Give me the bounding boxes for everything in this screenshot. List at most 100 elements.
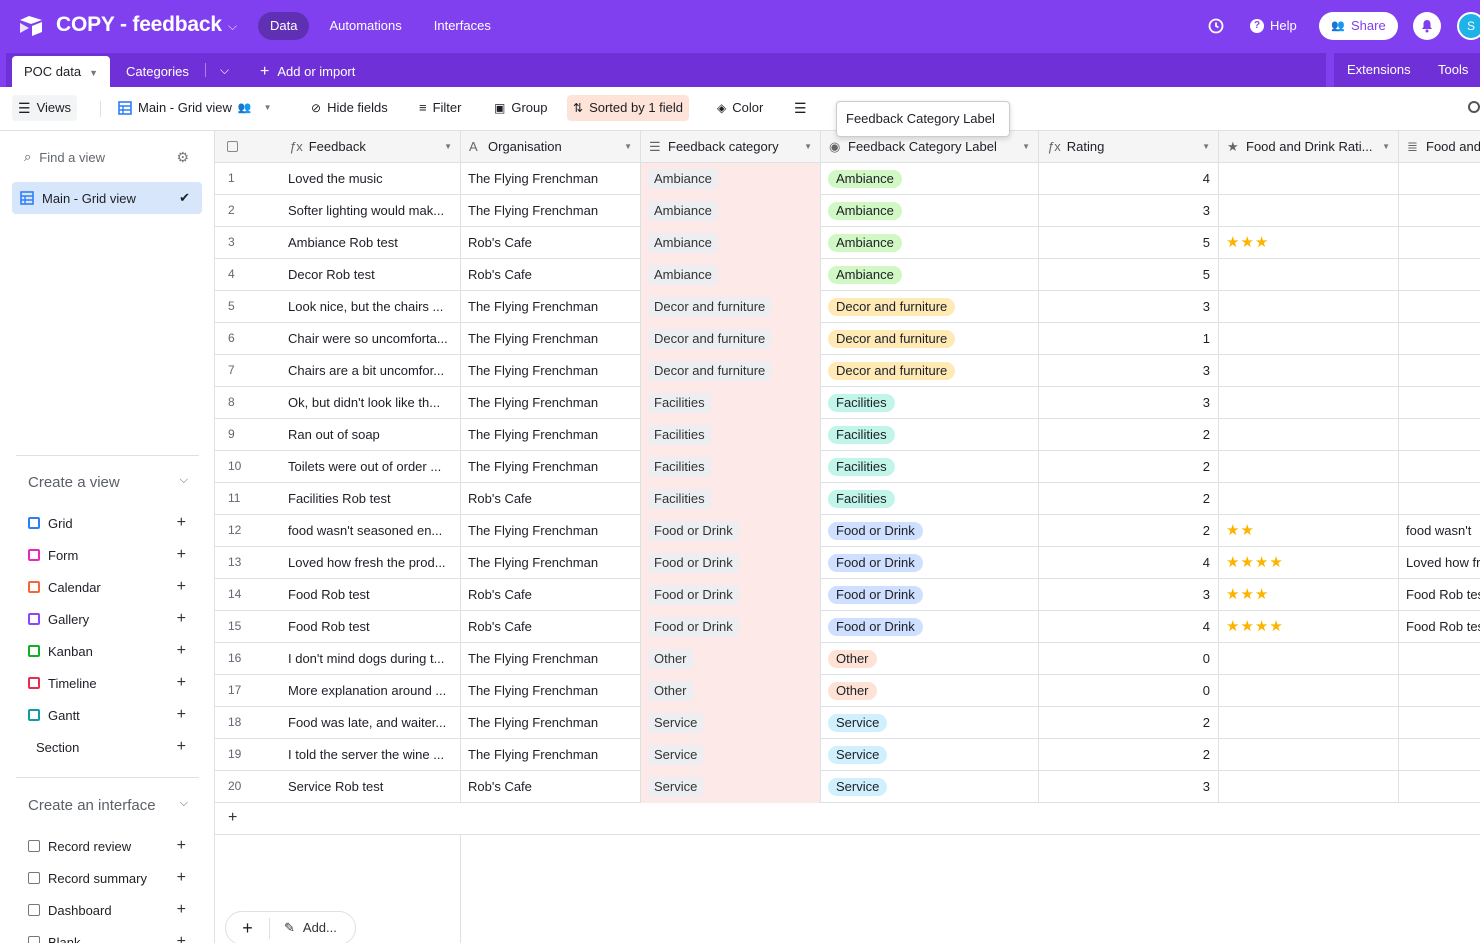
cell-feedback[interactable]: Ok, but didn't look like th... (281, 387, 461, 419)
cell-rating[interactable]: 2 (1039, 707, 1219, 739)
cell-food-and[interactable] (1399, 739, 1480, 771)
table-row[interactable]: 4 Decor Rob test Rob's Cafe Ambiance Ambianc… (215, 259, 1480, 291)
table-row[interactable]: 6 Chair were so uncomforta... The Flying F… (215, 323, 1480, 355)
cell-category-label[interactable]: Food or Drink (821, 547, 1039, 579)
cell-feedback[interactable]: I don't mind dogs during t... (281, 643, 461, 675)
cell-feedback-category[interactable]: Decor and furniture (641, 355, 821, 387)
cell-food-drink-rating[interactable] (1219, 483, 1399, 515)
cell-food-drink-rating[interactable] (1219, 259, 1399, 291)
create-section[interactable]: Section + (36, 737, 188, 757)
table-row[interactable]: 13 Loved how fresh the prod... The Flying … (215, 547, 1480, 579)
cell-organisation[interactable]: The Flying Frenchman (461, 355, 641, 387)
cell-feedback[interactable]: Ran out of soap (281, 419, 461, 451)
cell-feedback-category[interactable]: Other (641, 675, 821, 707)
cell-organisation[interactable]: Rob's Cafe (461, 771, 641, 803)
cell-food-drink-rating[interactable] (1219, 387, 1399, 419)
cell-food-and[interactable] (1399, 643, 1480, 675)
table-row[interactable]: 2 Softer lighting would mak... The Flying … (215, 195, 1480, 227)
filter-button[interactable]: ≡ Filter (413, 95, 467, 121)
plus-icon[interactable]: + (177, 610, 186, 628)
chevron-down-icon[interactable]: ▼ (1202, 131, 1210, 162)
cell-feedback[interactable]: Service Rob test (281, 771, 461, 803)
cell-organisation[interactable]: The Flying Frenchman (461, 163, 641, 195)
cell-feedback-category[interactable]: Food or Drink (641, 579, 821, 611)
column-header-feedback-category[interactable]: ☰ Feedback category ▼ (641, 131, 821, 163)
cell-rating[interactable]: 3 (1039, 387, 1219, 419)
chevron-down-icon[interactable]: ▼ (624, 131, 632, 162)
cell-food-drink-rating[interactable]: ★★★★ (1219, 547, 1399, 579)
table-row[interactable]: 9 Ran out of soap The Flying Frenchman Faci… (215, 419, 1480, 451)
cell-organisation[interactable]: The Flying Frenchman (461, 675, 641, 707)
plus-icon[interactable]: + (177, 706, 186, 724)
cell-food-drink-rating[interactable] (1219, 163, 1399, 195)
cell-organisation[interactable]: The Flying Frenchman (461, 707, 641, 739)
find-view-input[interactable]: ⌕ Find a view ⚙ (24, 149, 189, 165)
cell-organisation[interactable]: Rob's Cafe (461, 579, 641, 611)
create-kanban-view[interactable]: Kanban + (28, 641, 188, 661)
table-row[interactable]: 18 Food was late, and waiter... The Flying… (215, 707, 1480, 739)
cell-feedback-category[interactable]: Food or Drink (641, 611, 821, 643)
cell-category-label[interactable]: Other (821, 643, 1039, 675)
cell-food-and[interactable] (1399, 163, 1480, 195)
tab-automations[interactable]: Automations (317, 12, 413, 40)
create-form-view[interactable]: Form + (28, 545, 188, 565)
cell-feedback[interactable]: Decor Rob test (281, 259, 461, 291)
cell-rating[interactable]: 2 (1039, 483, 1219, 515)
cell-feedback-category[interactable]: Ambiance (641, 195, 821, 227)
chevron-down-icon[interactable]: ▼ (1382, 131, 1390, 162)
cell-feedback[interactable]: Food Rob test (281, 611, 461, 643)
cell-food-drink-rating[interactable] (1219, 739, 1399, 771)
cell-organisation[interactable]: The Flying Frenchman (461, 195, 641, 227)
cell-feedback-category[interactable]: Ambiance (641, 227, 821, 259)
cell-rating[interactable]: 3 (1039, 579, 1219, 611)
cell-feedback-category[interactable]: Food or Drink (641, 515, 821, 547)
cell-organisation[interactable]: The Flying Frenchman (461, 515, 641, 547)
chevron-down-icon[interactable]: ⌵ (228, 19, 237, 34)
cell-rating[interactable]: 5 (1039, 259, 1219, 291)
tab-data[interactable]: Data (258, 12, 310, 40)
plus-icon[interactable]: + (177, 514, 186, 532)
views-button[interactable]: ☰ Views (12, 95, 78, 121)
table-row[interactable]: 8 Ok, but didn't look like th... The Flyin… (215, 387, 1480, 419)
column-header-food-and[interactable]: ≣ Food and (1399, 131, 1480, 163)
cell-organisation[interactable]: The Flying Frenchman (461, 291, 641, 323)
cell-feedback[interactable]: I told the server the wine ... (281, 739, 461, 771)
cell-feedback[interactable]: Toilets were out of order ... (281, 451, 461, 483)
cell-feedback[interactable]: Food Rob test (281, 579, 461, 611)
cell-feedback-category[interactable]: Decor and furniture (641, 323, 821, 355)
table-row[interactable]: 7 Chairs are a bit uncomfor... The Flying … (215, 355, 1480, 387)
cell-category-label[interactable]: Service (821, 707, 1039, 739)
history-icon[interactable] (1206, 16, 1226, 36)
cell-feedback[interactable]: Look nice, but the chairs ... (281, 291, 461, 323)
cell-food-drink-rating[interactable]: ★★★ (1219, 579, 1399, 611)
chevron-down-icon[interactable]: ▼ (89, 68, 98, 78)
plus-icon[interactable]: + (177, 837, 186, 855)
cell-food-and[interactable] (1399, 195, 1480, 227)
cell-category-label[interactable]: Facilities (821, 483, 1039, 515)
table-row[interactable]: 15 Food Rob test Rob's Cafe Food or Drink Fo… (215, 611, 1480, 643)
column-header-food-drink-rating[interactable]: ★ Food and Drink Rati... ▼ (1219, 131, 1399, 163)
cell-food-drink-rating[interactable]: ★★★ (1219, 227, 1399, 259)
cell-feedback-category[interactable]: Service (641, 707, 821, 739)
cell-category-label[interactable]: Ambiance (821, 195, 1039, 227)
add-record-row[interactable]: + (215, 803, 1480, 835)
cell-feedback[interactable]: Loved how fresh the prod... (281, 547, 461, 579)
cell-rating[interactable]: 3 (1039, 771, 1219, 803)
cell-category-label[interactable]: Other (821, 675, 1039, 707)
cell-food-and[interactable]: Loved how fr (1399, 547, 1480, 579)
cell-organisation[interactable]: The Flying Frenchman (461, 451, 641, 483)
plus-icon[interactable]: + (177, 869, 186, 887)
current-view-button[interactable]: Main - Grid view 👥 ▼ (112, 95, 278, 121)
cell-food-drink-rating[interactable] (1219, 195, 1399, 227)
table-row[interactable]: 20 Service Rob test Rob's Cafe Service Servi… (215, 771, 1480, 803)
cell-feedback[interactable]: food wasn't seasoned en... (281, 515, 461, 547)
more-tables-chevron-icon[interactable]: ⌵ (220, 63, 229, 78)
cell-food-drink-rating[interactable] (1219, 291, 1399, 323)
cell-food-and[interactable] (1399, 355, 1480, 387)
chevron-down-icon[interactable]: ▼ (804, 131, 812, 162)
cell-category-label[interactable]: Ambiance (821, 259, 1039, 291)
create-interface-section[interactable]: Create an interface ⌵ (28, 797, 188, 814)
cell-feedback[interactable]: Loved the music (281, 163, 461, 195)
add-record-button[interactable]: + (226, 917, 270, 939)
table-row[interactable]: 3 Ambiance Rob test Rob's Cafe Ambiance Ambi… (215, 227, 1480, 259)
